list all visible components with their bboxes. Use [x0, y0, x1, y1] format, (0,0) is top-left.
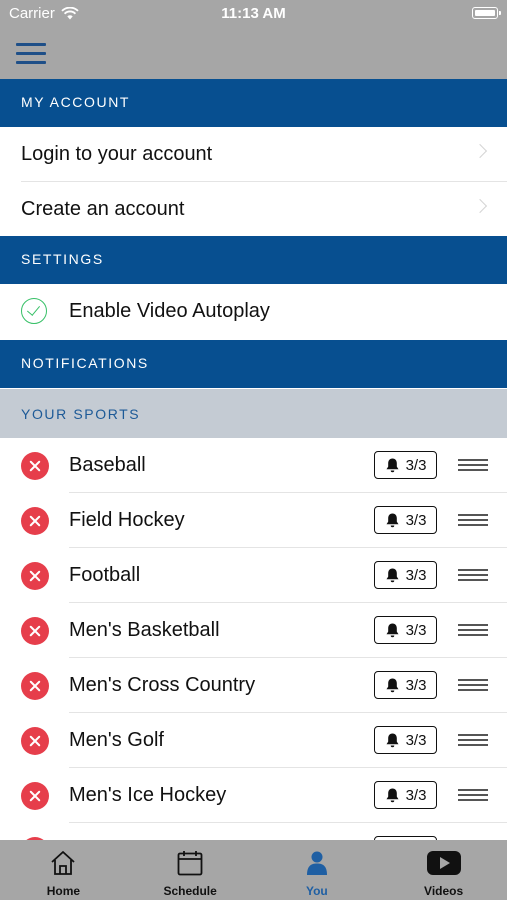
tab-home[interactable]: Home — [0, 840, 127, 900]
alerts-badge[interactable]: 3/3 — [374, 506, 437, 534]
section-label: MY ACCOUNT — [21, 94, 131, 110]
battery-icon — [472, 7, 501, 19]
reorder-handle-icon[interactable] — [458, 789, 488, 801]
alerts-count: 3/3 — [405, 731, 427, 749]
chevron-right-icon — [472, 198, 488, 214]
autoplay-row[interactable]: Enable Video Autoplay — [0, 284, 507, 339]
alerts-count: 3/3 — [405, 566, 427, 584]
sport-row: Men's Ice Hockey 3/3 — [0, 768, 507, 823]
alerts-count: 3/3 — [405, 511, 427, 529]
sport-name: Men's Basketball — [69, 619, 220, 641]
create-account-row[interactable]: Create an account — [0, 182, 507, 237]
section-label: NOTIFICATIONS — [21, 355, 149, 371]
alerts-badge[interactable]: 3/3 — [374, 671, 437, 699]
login-row[interactable]: Login to your account — [0, 127, 507, 182]
tab-label: You — [305, 884, 328, 898]
my-account-section-header: MY ACCOUNT — [0, 79, 507, 127]
hamburger-menu-button[interactable] — [16, 43, 46, 65]
reorder-handle-icon[interactable] — [458, 459, 488, 471]
bell-icon — [386, 623, 399, 638]
sport-name: Men's Golf — [69, 729, 164, 751]
tab-videos[interactable]: Videos — [380, 840, 507, 900]
alerts-count: 3/3 — [405, 676, 427, 694]
remove-icon[interactable] — [21, 507, 49, 535]
bell-icon — [386, 678, 399, 693]
sport-row: Men's Golf 3/3 — [0, 713, 507, 768]
remove-icon[interactable] — [21, 617, 49, 645]
alerts-badge[interactable]: 3/3 — [374, 781, 437, 809]
alerts-badge[interactable]: 3/3 — [374, 451, 437, 479]
home-icon — [51, 851, 75, 875]
notifications-section-header: NOTIFICATIONS — [0, 340, 507, 388]
checkmark-circle-icon[interactable] — [21, 298, 47, 324]
tab-label: Schedule — [163, 884, 217, 898]
bell-icon — [386, 733, 399, 748]
sport-row: Field Hockey 3/3 — [0, 493, 507, 548]
reorder-handle-icon[interactable] — [458, 569, 488, 581]
remove-icon[interactable] — [21, 727, 49, 755]
chevron-right-icon — [472, 143, 488, 159]
remove-icon[interactable] — [21, 452, 49, 480]
calendar-icon — [177, 851, 203, 876]
your-sports-subheader: YOUR SPORTS — [0, 389, 507, 438]
tab-label: Home — [46, 884, 81, 898]
alerts-count: 3/3 — [405, 786, 427, 804]
sport-row — [0, 823, 507, 840]
reorder-handle-icon[interactable] — [458, 514, 488, 526]
alerts-count: 3/3 — [405, 621, 427, 639]
sport-row: Football 3/3 — [0, 548, 507, 603]
alerts-badge[interactable]: 3/3 — [374, 726, 437, 754]
reorder-handle-icon[interactable] — [458, 734, 488, 746]
remove-icon[interactable] — [21, 562, 49, 590]
autoplay-label: Enable Video Autoplay — [69, 300, 270, 322]
subsection-label: YOUR SPORTS — [21, 406, 141, 422]
sport-name: Field Hockey — [69, 509, 185, 531]
tab-schedule[interactable]: Schedule — [127, 840, 254, 900]
nav-bar — [0, 28, 507, 79]
sport-name: Men's Cross Country — [69, 674, 256, 696]
section-label: SETTINGS — [21, 251, 104, 267]
reorder-handle-icon[interactable] — [458, 624, 488, 636]
person-icon — [306, 851, 327, 875]
create-account-label: Create an account — [21, 198, 185, 220]
settings-section-header: SETTINGS — [0, 236, 507, 284]
reorder-handle-icon[interactable] — [458, 679, 488, 691]
sport-name: Football — [69, 564, 141, 586]
sport-row: Baseball 3/3 — [0, 438, 507, 493]
status-bar: Carrier 11:13 AM — [0, 0, 507, 28]
sport-row: Men's Cross Country 3/3 — [0, 658, 507, 713]
tab-label: Videos — [424, 884, 464, 898]
bell-icon — [386, 788, 399, 803]
login-label: Login to your account — [21, 143, 213, 165]
play-icon — [426, 851, 461, 875]
sports-list[interactable]: Baseball 3/3 Field Hockey 3/3 Football 3… — [0, 438, 507, 840]
bell-icon — [386, 458, 399, 473]
remove-icon[interactable] — [21, 782, 49, 810]
bell-icon — [386, 513, 399, 528]
alerts-badge[interactable]: 3/3 — [374, 616, 437, 644]
tab-you[interactable]: You — [254, 840, 381, 900]
remove-icon[interactable] — [21, 672, 49, 700]
clock: 11:13 AM — [221, 5, 286, 22]
bell-icon — [386, 568, 399, 583]
alerts-badge[interactable]: 3/3 — [374, 561, 437, 589]
sport-name: Men's Ice Hockey — [69, 784, 227, 806]
alerts-count: 3/3 — [405, 456, 427, 474]
sport-row: Men's Basketball 3/3 — [0, 603, 507, 658]
sport-name: Baseball — [69, 454, 146, 476]
tab-bar: Home Schedule You Videos — [0, 840, 507, 900]
